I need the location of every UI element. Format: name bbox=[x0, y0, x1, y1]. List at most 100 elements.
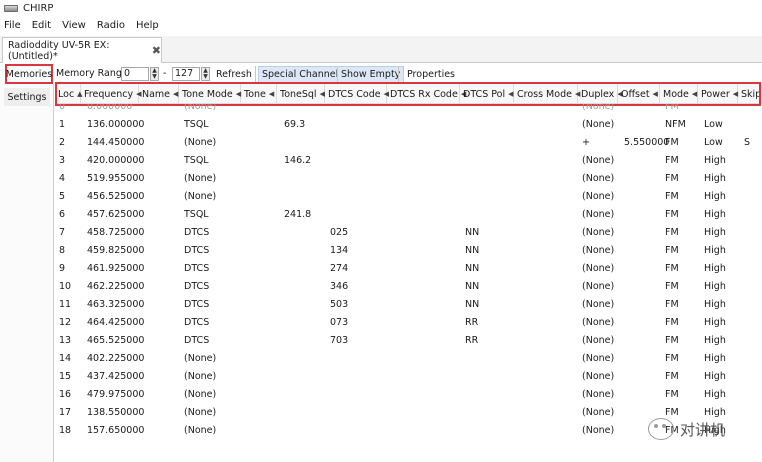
menu-view[interactable]: View bbox=[62, 20, 86, 31]
cell-frequency[interactable]: 519.955000 bbox=[87, 173, 144, 184]
column-header-offset[interactable]: Offset ◀ bbox=[618, 84, 660, 104]
column-header-name[interactable]: Name ◀ bbox=[139, 84, 179, 104]
table-row[interactable]: 6 457.625000 TSQL 241.8 (None) FM High bbox=[55, 206, 762, 224]
cell-mode[interactable]: FM bbox=[665, 335, 679, 346]
table-row[interactable]: 9 461.925000 DTCS 274 NN (None) FM High bbox=[55, 260, 762, 278]
cell-duplex[interactable]: (None) bbox=[582, 119, 614, 130]
cell-power[interactable]: High bbox=[704, 245, 726, 256]
cell-loc[interactable]: 9 bbox=[59, 263, 65, 274]
cell-frequency[interactable]: 136.000000 bbox=[87, 119, 144, 130]
show-empty-button[interactable]: Show Empty bbox=[337, 66, 405, 83]
cell-duplex[interactable]: (None) bbox=[582, 335, 614, 346]
cell-loc[interactable]: 2 bbox=[59, 137, 65, 148]
column-header-dtcs-pol[interactable]: DTCS Pol ◀ bbox=[460, 84, 514, 104]
cell-mode[interactable]: FM bbox=[665, 353, 679, 364]
cell-tone-mode[interactable]: DTCS bbox=[184, 299, 209, 310]
cell-dtcs-code[interactable]: 274 bbox=[330, 263, 348, 274]
cell-loc[interactable]: 13 bbox=[59, 335, 71, 346]
cell-frequency[interactable]: 144.450000 bbox=[87, 137, 144, 148]
refresh-button[interactable]: Refresh bbox=[213, 66, 255, 83]
cell-loc[interactable]: 6 bbox=[59, 209, 65, 220]
table-row[interactable]: 13 465.525000 DTCS 703 RR (None) FM High bbox=[55, 332, 762, 350]
cell-power[interactable]: High bbox=[704, 299, 726, 310]
cell-dtcs-pol[interactable]: NN bbox=[465, 245, 479, 256]
cell-frequency[interactable]: 479.975000 bbox=[87, 389, 144, 400]
cell-duplex[interactable]: (None) bbox=[582, 299, 614, 310]
cell-frequency[interactable]: 457.625000 bbox=[87, 209, 144, 220]
cell-loc[interactable]: 0 bbox=[59, 104, 65, 112]
cell-frequency[interactable]: 464.425000 bbox=[87, 317, 144, 328]
cell-loc[interactable]: 11 bbox=[59, 299, 71, 310]
cell-tone-mode[interactable]: TSQL bbox=[184, 155, 209, 166]
cell-loc[interactable]: 3 bbox=[59, 155, 65, 166]
cell-tone-mode[interactable]: TSQL bbox=[184, 119, 209, 130]
column-header-power[interactable]: Power ◀ bbox=[698, 84, 738, 104]
cell-power[interactable]: High bbox=[704, 353, 726, 364]
cell-tone-mode[interactable]: DTCS bbox=[184, 317, 209, 328]
cell-dtcs-pol[interactable]: RR bbox=[465, 335, 478, 346]
cell-frequency[interactable]: 465.525000 bbox=[87, 335, 144, 346]
cell-mode[interactable]: FM bbox=[665, 137, 679, 148]
range-end-stepper[interactable]: ▲ ▼ bbox=[201, 67, 210, 81]
cell-power[interactable]: High bbox=[704, 389, 726, 400]
cell-duplex[interactable]: (None) bbox=[582, 191, 614, 202]
cell-dtcs-code[interactable]: 703 bbox=[330, 335, 348, 346]
cell-dtcs-code[interactable]: 503 bbox=[330, 299, 348, 310]
settings-tab[interactable]: Settings bbox=[4, 88, 50, 106]
range-end-input[interactable]: 127 bbox=[172, 67, 200, 81]
cell-tone-mode[interactable]: DTCS bbox=[184, 263, 209, 274]
cell-loc[interactable]: 7 bbox=[59, 227, 65, 238]
cell-tone-mode[interactable]: (None) bbox=[184, 137, 216, 148]
cell-tone-mode[interactable]: (None) bbox=[184, 191, 216, 202]
cell-mode[interactable]: FM bbox=[665, 191, 679, 202]
cell-tone-mode[interactable]: DTCS bbox=[184, 335, 209, 346]
range-start-input[interactable]: 0 bbox=[121, 67, 149, 81]
cell-duplex[interactable]: (None) bbox=[582, 173, 614, 184]
cell-loc[interactable]: 16 bbox=[59, 389, 71, 400]
cell-loc[interactable]: 12 bbox=[59, 317, 71, 328]
cell-mode[interactable]: FM bbox=[665, 227, 679, 238]
menu-edit[interactable]: Edit bbox=[32, 20, 51, 31]
cell-duplex[interactable]: (None) bbox=[582, 425, 614, 436]
table-row[interactable]: 11 463.325000 DTCS 503 NN (None) FM High bbox=[55, 296, 762, 314]
cell-frequency[interactable]: 420.000000 bbox=[87, 155, 144, 166]
cell-frequency[interactable]: 157.650000 bbox=[87, 425, 144, 436]
cell-duplex[interactable]: (None) bbox=[582, 407, 614, 418]
cell-dtcs-pol[interactable]: NN bbox=[465, 227, 479, 238]
table-row[interactable]: 2 144.450000 (None) +5.550000 FM Low S bbox=[55, 134, 762, 152]
cell-tone-mode[interactable]: (None) bbox=[184, 389, 216, 400]
table-row[interactable]: 15 437.425000 (None) (None) FM High bbox=[55, 368, 762, 386]
cell-power[interactable]: High bbox=[704, 263, 726, 274]
table-row[interactable]: 10 462.225000 DTCS 346 NN (None) FM High bbox=[55, 278, 762, 296]
cell-tone-mode[interactable]: DTCS bbox=[184, 227, 209, 238]
cell-tone-mode[interactable]: DTCS bbox=[184, 281, 209, 292]
table-row[interactable]: 8 459.825000 DTCS 134 NN (None) FM High bbox=[55, 242, 762, 260]
cell-power[interactable]: High bbox=[704, 335, 726, 346]
cell-mode[interactable]: FM bbox=[665, 263, 679, 274]
cell-mode[interactable]: FM bbox=[665, 299, 679, 310]
cell-power[interactable]: High bbox=[704, 209, 726, 220]
cell-duplex[interactable]: (None) bbox=[582, 104, 614, 112]
cell-power[interactable]: Low bbox=[704, 137, 723, 148]
cell-dtcs-pol[interactable]: NN bbox=[465, 263, 479, 274]
cell-duplex[interactable]: + bbox=[582, 137, 590, 148]
cell-tone-mode[interactable]: (None) bbox=[184, 407, 216, 418]
cell-loc[interactable]: 14 bbox=[59, 353, 71, 364]
cell-dtcs-pol[interactable]: RR bbox=[465, 317, 478, 328]
range-start-stepper[interactable]: ▲ ▼ bbox=[150, 67, 159, 81]
cell-duplex[interactable]: (None) bbox=[582, 353, 614, 364]
column-header-mode[interactable]: Mode ◀ bbox=[660, 84, 698, 104]
cell-frequency[interactable]: 0.000000 bbox=[87, 104, 132, 112]
column-header-cross-mode[interactable]: Cross Mode ◀ bbox=[514, 84, 580, 104]
column-header-tone-mode[interactable]: Tone Mode ◀ bbox=[179, 84, 241, 104]
cell-duplex[interactable]: (None) bbox=[582, 209, 614, 220]
cell-tonesql[interactable]: 146.2 bbox=[284, 155, 311, 166]
cell-mode[interactable]: FM bbox=[665, 389, 679, 400]
cell-tone-mode[interactable]: (None) bbox=[184, 353, 216, 364]
cell-tone-mode[interactable]: TSQL bbox=[184, 209, 209, 220]
cell-tone-mode[interactable]: (None) bbox=[184, 371, 216, 382]
cell-mode[interactable]: FM bbox=[665, 407, 679, 418]
chevron-down-icon[interactable]: ▼ bbox=[203, 73, 208, 80]
column-header-duplex[interactable]: Duplex ◀ bbox=[578, 84, 623, 104]
cell-power[interactable]: High bbox=[704, 407, 726, 418]
